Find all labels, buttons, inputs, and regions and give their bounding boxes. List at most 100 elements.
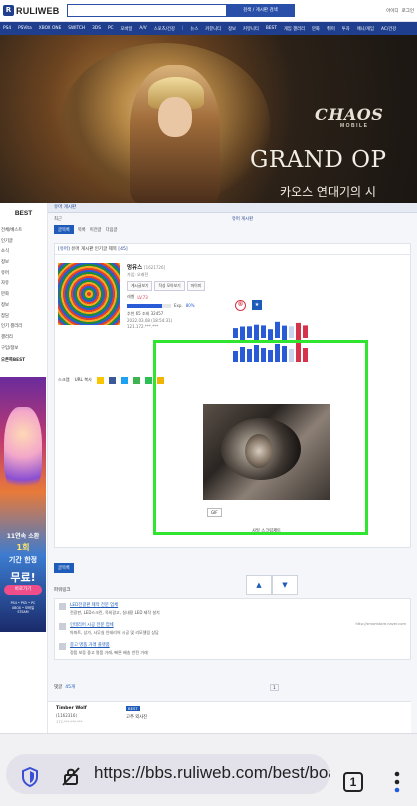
comment-author-id: (1162316) <box>56 713 77 718</box>
nav-item[interactable]: 게임 갤러리 <box>284 26 305 32</box>
vote-buttons: ▲ ▼ <box>246 575 298 595</box>
link-url: http://smartstore.naver.com <box>355 622 407 626</box>
view-posts-button[interactable]: 게시글보기 <box>127 281 153 291</box>
nav-item[interactable]: 뉴스 <box>190 26 198 32</box>
promo-banner[interactable]: CHAOS MOBILE GRAND OP 카오스 연대기의 시 <box>0 35 417 203</box>
login-link[interactable]: 로그인 <box>402 8 414 14</box>
exp-bar <box>127 303 171 308</box>
author-name[interactable]: 멍유스 <box>127 265 142 271</box>
author-join: 가입: 오래전 <box>127 272 149 277</box>
banner-game-logo-sub: MOBILE <box>340 123 369 129</box>
nav-item[interactable]: BEST <box>266 26 277 31</box>
downvote-button[interactable]: ▼ <box>272 575 298 595</box>
sidebar-item[interactable]: 인기 갤러리 <box>0 321 47 332</box>
logo-mark-icon: R <box>3 5 14 16</box>
sidebar-item[interactable]: 만화 <box>0 289 47 300</box>
link-item[interactable]: 인테리어 시공 전문 업체 아파트, 상가, 사무실 인테리어 시공 및 리모델… <box>55 619 410 639</box>
tab-next[interactable]: 다음글 <box>106 227 118 233</box>
nav-item[interactable]: AC/건강 <box>381 26 396 32</box>
tab-count-button[interactable]: 1 <box>343 772 363 792</box>
share-band-icon[interactable] <box>132 376 140 384</box>
post-comment-count[interactable]: [45] <box>118 247 127 252</box>
ad-platforms: PS4 • PS5 • PC XBOX • 모바일 STEAM <box>10 601 36 614</box>
nav-item[interactable]: 투자 <box>342 26 350 32</box>
nav-item[interactable]: 취미 <box>327 26 335 32</box>
nav-item[interactable]: PSVita <box>18 26 32 31</box>
id-link[interactable]: 아이디 <box>386 8 398 14</box>
ad-text-3: 기간 한정 <box>8 556 38 564</box>
author-uid: [1621726] <box>144 265 166 270</box>
post-ip: 121.172.***.*** <box>127 324 159 329</box>
comment-meta: 172.***.***.*** <box>56 720 83 724</box>
sidebar-section-best[interactable]: 오른쪽BEST <box>0 355 47 366</box>
nav-item[interactable]: 애니/게임 <box>357 26 374 32</box>
sidebar-item[interactable]: 정보 <box>0 257 47 268</box>
sidebar-item[interactable]: 정보 <box>0 300 47 311</box>
insecure-lock-icon[interactable] <box>60 765 82 787</box>
nav-item[interactable]: 모바일 <box>121 26 133 32</box>
comments-page[interactable]: 1 <box>270 683 279 691</box>
nav-item[interactable]: 3DS <box>92 26 101 31</box>
sidebar-item[interactable]: 자유 <box>0 278 47 289</box>
sidebar-item[interactable]: 구입/정보 <box>0 343 47 354</box>
search-input[interactable] <box>68 5 227 16</box>
exp-label: Exp. <box>174 303 183 308</box>
link-title[interactable]: 중고 명품 거래 플랫폼 <box>70 642 148 648</box>
nav-item[interactable]: 커뮤니티 <box>243 26 259 32</box>
nav-item[interactable]: 스포츠/건강 <box>154 26 175 32</box>
board-header[interactable]: 유머 게시판 <box>48 203 417 213</box>
sidebar-item[interactable]: 유머 <box>0 268 47 279</box>
sidebar-item[interactable]: 소식 <box>0 246 47 257</box>
activity-bar <box>233 328 238 338</box>
sidebar-ad[interactable]: 11연속 소환 1회 기간 한정 무료! 바로가기 PS4 • PS5 • PC… <box>0 377 46 632</box>
url-text[interactable]: https://bbs.ruliweb.com/best/board <box>94 763 330 783</box>
nav-item[interactable]: PC <box>108 26 114 31</box>
sidebar-item[interactable]: 갤러리 <box>0 332 47 343</box>
exp-bar-fill <box>127 303 163 308</box>
tab-list[interactable]: 글목록 <box>54 225 74 234</box>
board-link[interactable]: 유머 게시판 <box>232 216 253 222</box>
share-line-icon[interactable] <box>144 376 152 384</box>
tab-list-alt[interactable]: 목록 <box>78 227 86 233</box>
sidebar-item[interactable]: 인기글 <box>0 236 47 247</box>
link-title[interactable]: 인테리어 시공 전문 업체 <box>70 622 159 628</box>
scrap-button[interactable]: 스크랩 <box>58 377 70 383</box>
tab-prev[interactable]: 이전글 <box>90 227 102 233</box>
nav-item[interactable]: SWITCH <box>68 26 85 31</box>
list-button[interactable]: 글목록 <box>54 563 74 573</box>
site-logo[interactable]: R RULIWEB <box>3 3 59 19</box>
mypi-button[interactable]: 마이피 <box>186 281 206 291</box>
search-button[interactable]: 검색 / 게시판 검색 <box>226 5 295 16</box>
link-body: LED전광판 제작 전문 업체 전광판, LED스크린, 옥외광고, 실내용 L… <box>70 602 160 619</box>
url-bar[interactable]: https://bbs.ruliweb.com/best/board <box>6 754 330 794</box>
board-recent-link[interactable]: 최근 <box>54 216 62 222</box>
sidebar-item[interactable]: 잡담 <box>0 311 47 322</box>
nav-item[interactable]: PS4 <box>3 26 11 31</box>
share-twitter-icon[interactable] <box>120 376 128 384</box>
shield-icon[interactable] <box>22 767 38 787</box>
post-title-bar: [유머] 유머 게시판 인기글 제목 [45] <box>55 244 410 255</box>
share-facebook-icon[interactable] <box>108 376 116 384</box>
post-stats: 추천 65 조회 32457 <box>127 311 164 316</box>
url-copy-button[interactable]: URL 복사 <box>75 377 92 383</box>
link-item[interactable]: LED전광판 제작 전문 업체 전광판, LED스크린, 옥외광고, 실내용 L… <box>55 599 410 619</box>
author-avatar[interactable] <box>58 263 120 325</box>
logo-text: RULIWEB <box>16 5 60 16</box>
nav-item[interactable]: 커뮤니티 <box>205 26 221 32</box>
comment-author[interactable]: Timber Wolf <box>56 706 87 711</box>
link-item[interactable]: 중고 명품 거래 플랫폼 정품 보증 중고 명품 거래, 빠른 배송 안전 거래 <box>55 639 410 659</box>
upvote-button[interactable]: ▲ <box>246 575 272 595</box>
nav-item[interactable]: A/V <box>139 26 146 31</box>
share-kakao-icon[interactable] <box>96 376 104 384</box>
sidebar-item[interactable]: 전체/베스트 <box>0 225 47 236</box>
nav-item[interactable]: 만화 <box>312 26 320 32</box>
link-desc: 아파트, 상가, 사무실 인테리어 시공 및 리모델링 상담 <box>70 630 159 635</box>
level-label: 레벨 <box>127 294 135 299</box>
nav-item[interactable]: XBOX ONE <box>39 26 62 31</box>
nav-item[interactable]: 정보 <box>228 26 236 32</box>
ad-cta-button[interactable]: 바로가기 <box>4 585 42 595</box>
link-title[interactable]: LED전광판 제작 전문 업체 <box>70 602 160 608</box>
more-menu-icon[interactable] <box>392 770 402 794</box>
ad-text-2: 1회 <box>16 543 30 552</box>
view-works-button[interactable]: 작성 모아보기 <box>154 281 185 291</box>
